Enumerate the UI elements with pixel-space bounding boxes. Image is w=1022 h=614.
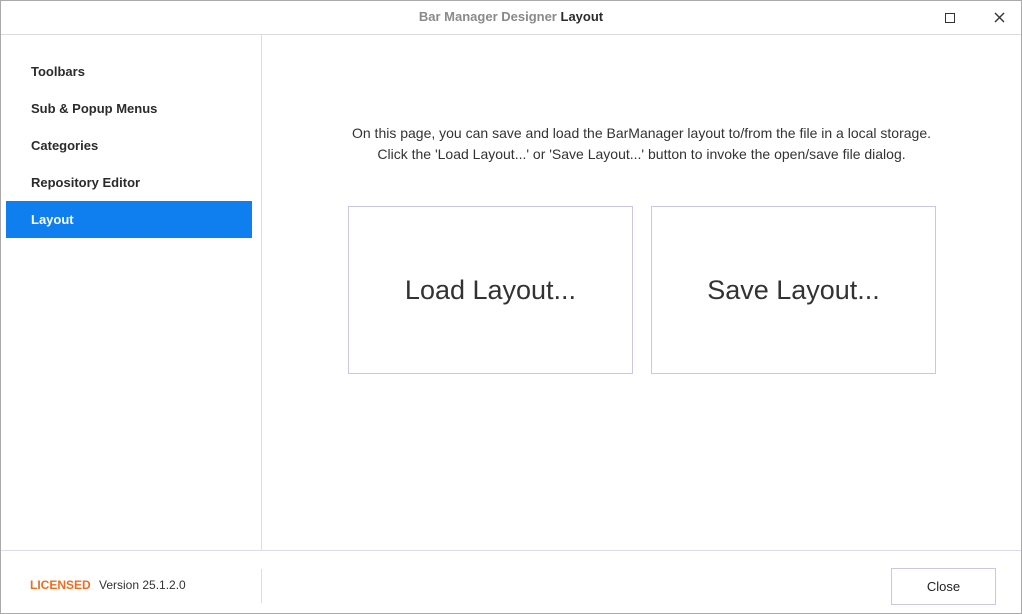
license-label: LICENSED xyxy=(30,578,91,592)
maximize-icon xyxy=(945,12,955,23)
maximize-button[interactable] xyxy=(927,1,973,34)
page-description: On this page, you can save and load the … xyxy=(262,123,1021,165)
sidebar: Toolbars Sub & Popup Menus Categories Re… xyxy=(1,35,262,550)
bar-manager-designer-window: Bar Manager Designer Layout Toolbars Sub… xyxy=(0,0,1022,614)
version-label: Version 25.1.2.0 xyxy=(99,578,186,592)
sidebar-item-toolbars[interactable]: Toolbars xyxy=(6,53,252,90)
description-line-2: Click the 'Load Layout...' or 'Save Layo… xyxy=(377,146,906,162)
save-layout-button[interactable]: Save Layout... xyxy=(651,206,936,374)
sidebar-item-categories[interactable]: Categories xyxy=(6,127,252,164)
sidebar-item-layout[interactable]: Layout xyxy=(6,201,252,238)
description-line-1: On this page, you can save and load the … xyxy=(351,125,931,141)
window-title: Bar Manager Designer Layout xyxy=(1,9,1021,24)
layout-page: On this page, you can save and load the … xyxy=(262,35,1021,550)
window-close-button[interactable] xyxy=(976,1,1022,34)
load-layout-button[interactable]: Load Layout... xyxy=(348,206,633,374)
close-icon xyxy=(994,12,1005,23)
footer: LICENSED Version 25.1.2.0 Close xyxy=(1,550,1021,614)
close-button[interactable]: Close xyxy=(891,568,996,605)
title-bar: Bar Manager Designer Layout xyxy=(1,1,1021,35)
window-title-prefix: Bar Manager Designer xyxy=(418,9,557,24)
footer-divider xyxy=(261,569,262,603)
window-title-page: Layout xyxy=(560,9,604,24)
sidebar-item-sub-popup-menus[interactable]: Sub & Popup Menus xyxy=(6,90,252,127)
sidebar-item-repository-editor[interactable]: Repository Editor xyxy=(6,164,252,201)
